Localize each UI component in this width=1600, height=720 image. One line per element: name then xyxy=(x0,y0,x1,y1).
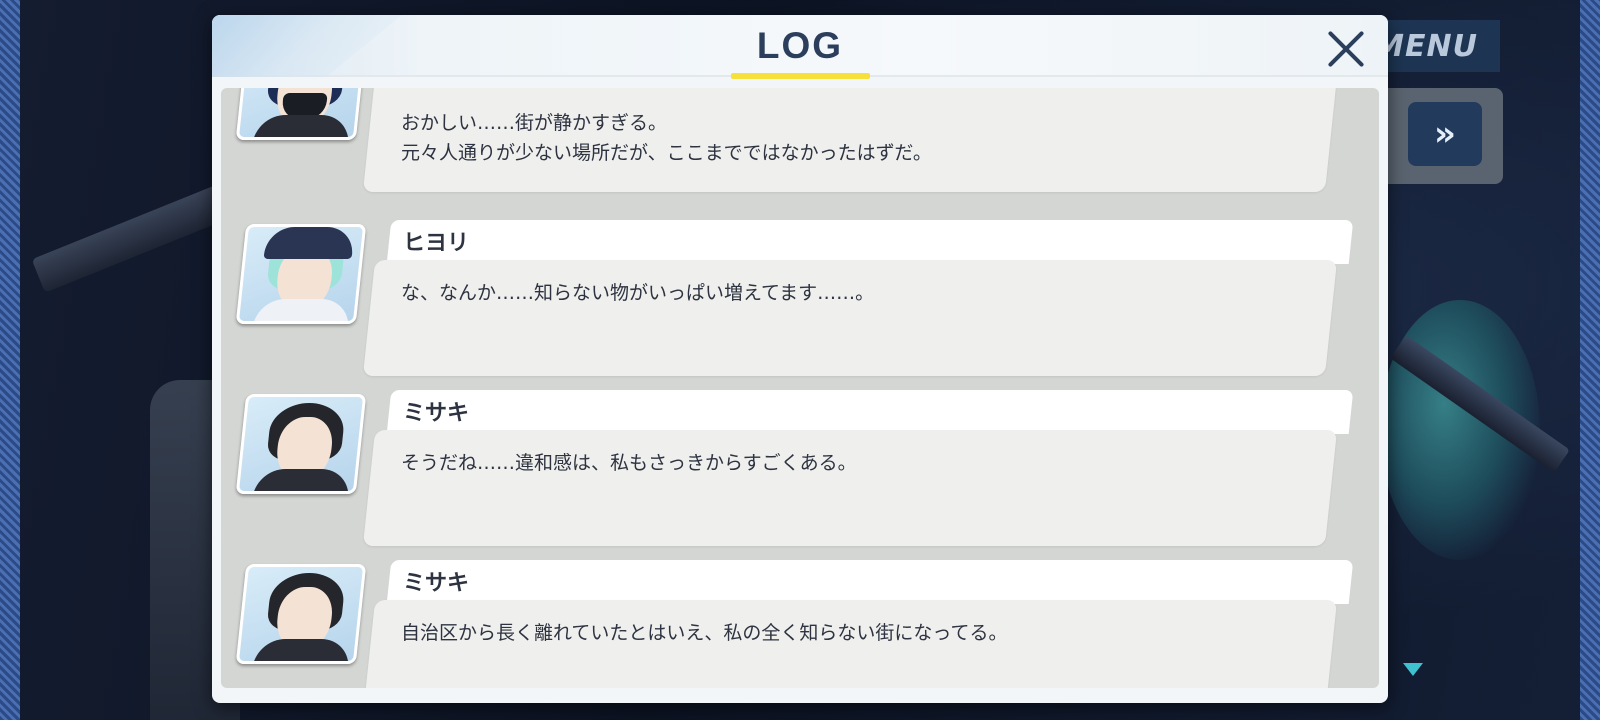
speaker-name: ミサキ xyxy=(403,401,470,426)
avatar xyxy=(235,224,367,324)
log-dialog: LOG おかしい……街が静かすぎる。 元々人通りが少ない場所だが、ここまでではな… xyxy=(212,15,1388,703)
avatar xyxy=(235,564,367,664)
left-border-stripe xyxy=(0,0,20,720)
right-border-stripe xyxy=(1580,0,1600,720)
speaker-name-tab xyxy=(386,560,1354,604)
dialog-header: LOG xyxy=(212,15,1388,79)
speaker-name: ミサキ xyxy=(403,571,470,596)
speaker-name-tab xyxy=(386,220,1354,264)
cap-icon xyxy=(263,227,355,259)
dialogue-line: 元々人通りが少ない場所だが、ここまでではなかったはずだ。 xyxy=(401,142,932,164)
dialogue-line: な、なんか……知らない物がいっぱい増えてます……。 xyxy=(401,282,875,304)
fast-forward-icon: » xyxy=(1434,114,1456,154)
avatar xyxy=(235,394,367,494)
speaker-name-tab xyxy=(386,390,1354,434)
log-entry: ミサキ そうだね……違和感は、私もさっきからすごくある。 xyxy=(221,390,1379,552)
speaker-name: ヒヨリ xyxy=(403,231,470,256)
log-entry: おかしい……街が静かすぎる。 元々人通りが少ない場所だが、ここまでではなかったは… xyxy=(221,88,1379,198)
fast-forward-button[interactable]: » xyxy=(1408,102,1482,166)
log-entry: ミサキ 自治区から長く離れていたとはいえ、私の全く知らない街になってる。 xyxy=(221,560,1379,688)
log-entry: ヒヨリ な、なんか……知らない物がいっぱい増えてます……。 xyxy=(221,220,1379,382)
dialogue-line: 自治区から長く離れていたとはいえ、私の全く知らない街になってる。 xyxy=(401,622,1008,644)
dialogue-line: そうだね……違和感は、私もさっきからすごくある。 xyxy=(401,452,857,474)
dialogue-line: おかしい……街が静かすぎる。 xyxy=(401,112,668,134)
next-indicator-icon xyxy=(1403,663,1423,676)
close-icon[interactable] xyxy=(1324,27,1368,71)
avatar xyxy=(235,88,367,140)
dialog-title: LOG xyxy=(756,25,844,66)
title-underline xyxy=(731,73,870,79)
log-list[interactable]: おかしい……街が静かすぎる。 元々人通りが少ない場所だが、ここまでではなかったは… xyxy=(221,88,1379,688)
